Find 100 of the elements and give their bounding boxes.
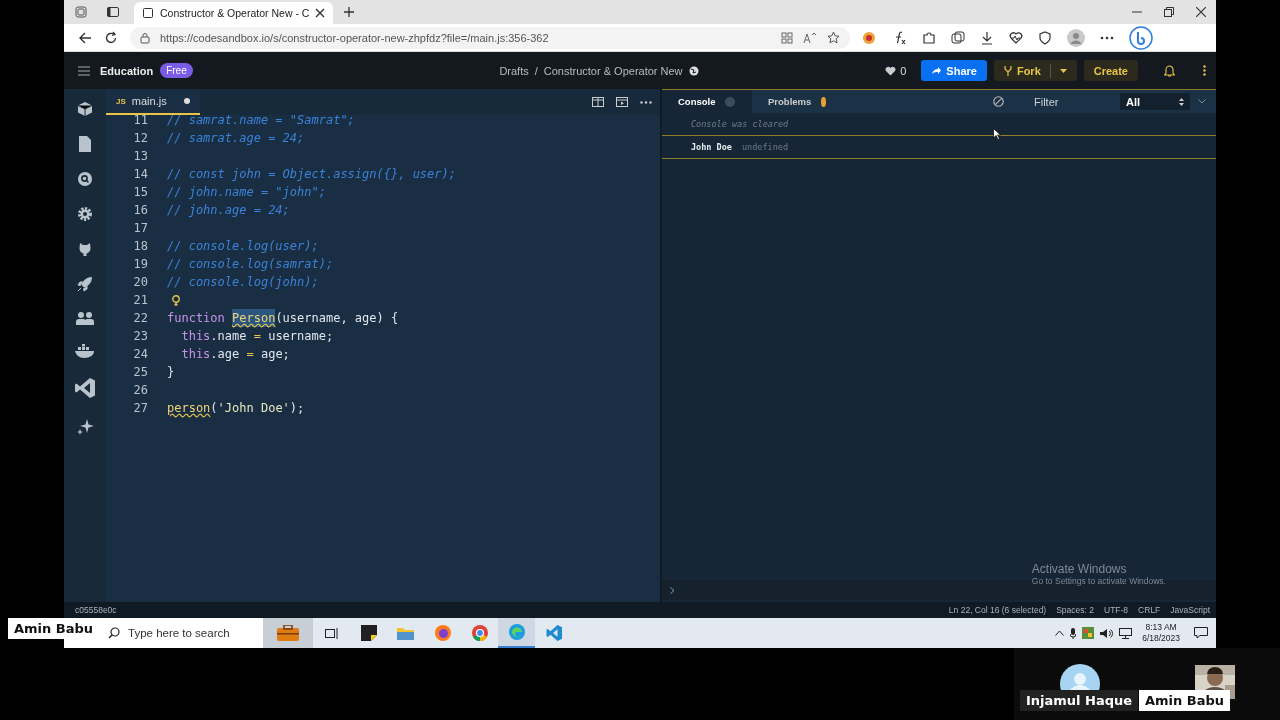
notifications-icon[interactable]	[1194, 627, 1208, 639]
browser-tab[interactable]: Constructor & Operator New - C	[134, 2, 334, 24]
share-arrow-icon	[931, 66, 942, 75]
tray-expand-icon[interactable]	[1055, 630, 1065, 636]
sparkle-icon[interactable]	[76, 418, 94, 436]
line-number: 22	[132, 310, 149, 327]
close-icon[interactable]	[315, 8, 326, 18]
fox-browser-icon[interactable]	[434, 625, 451, 641]
ring-browser-icon[interactable]	[471, 625, 488, 641]
status-item[interactable]: CRLF	[1138, 605, 1161, 615]
whale-icon[interactable]	[74, 344, 96, 358]
cat-icon[interactable]	[77, 241, 93, 257]
search-icon	[108, 627, 120, 639]
more-icon[interactable]	[1203, 65, 1206, 76]
line-number: 17	[132, 220, 149, 237]
sticky-note-icon[interactable]	[360, 625, 377, 641]
line-number: 24	[132, 346, 149, 363]
shield-icon[interactable]	[1038, 30, 1052, 45]
caret-icon	[1059, 68, 1067, 73]
network-icon[interactable]	[1119, 627, 1133, 639]
settings-icon[interactable]	[77, 206, 93, 222]
tray-app-icon[interactable]	[1082, 627, 1095, 639]
code-line: // console.log(john);	[167, 274, 319, 291]
puzzle-icon[interactable]	[922, 30, 936, 45]
new-tab-icon[interactable]	[343, 6, 356, 18]
chevron-down-icon[interactable]	[1198, 99, 1206, 104]
status-item[interactable]: JavaScript	[1170, 605, 1210, 615]
status-item[interactable]: Ln 22, Col 16 (6 selected)	[948, 605, 1047, 615]
chat-icon[interactable]	[1129, 25, 1153, 50]
tab-actions-icon[interactable]	[106, 5, 120, 19]
watermark-title: Activate Windows	[1031, 562, 1128, 576]
file-icon[interactable]	[79, 136, 91, 152]
code-line: this.age = age;	[180, 346, 290, 363]
close-icon[interactable]	[1196, 7, 1206, 17]
file-type-label: JS	[116, 96, 126, 106]
extension-icon[interactable]	[862, 30, 876, 45]
collections-icon[interactable]	[951, 30, 965, 45]
preview-icon[interactable]	[616, 97, 628, 107]
prompt-chevron-icon[interactable]	[670, 586, 675, 594]
breadcrumb-separator: /	[534, 64, 538, 77]
return-value: undefined	[741, 142, 788, 152]
notification-bell-icon[interactable]	[1164, 64, 1175, 77]
line-number: 21	[132, 292, 149, 309]
taskbar-button[interactable]	[263, 618, 313, 648]
address-bar[interactable]: https://codesandbox.io/s/constructor-operator-new-zhpfdz?file=/main.js:356-362	[130, 26, 850, 49]
code-line: }	[167, 364, 175, 381]
code-line: // console.log(user);	[167, 238, 319, 255]
line-number: 23	[132, 328, 149, 345]
task-view-icon[interactable]	[324, 626, 339, 640]
back-icon[interactable]	[78, 30, 92, 45]
more-icon[interactable]	[640, 100, 652, 104]
workspace-name[interactable]: Education	[100, 64, 154, 77]
split-editor-icon[interactable]	[592, 97, 604, 107]
cube-icon[interactable]	[77, 101, 93, 117]
line-number: 15	[132, 184, 149, 201]
workspaces-icon[interactable]	[74, 5, 88, 19]
like-button[interactable]: 0	[885, 64, 907, 77]
breadcrumb-link[interactable]: Drafts	[499, 64, 529, 77]
panel-tab[interactable]: Console	[662, 90, 752, 113]
sandbox-title[interactable]: Constructor & Operator New	[543, 64, 683, 77]
log-level-dropdown[interactable]: All	[1120, 93, 1190, 110]
refresh-icon[interactable]	[104, 30, 118, 45]
code-editor-icon[interactable]	[74, 377, 96, 399]
profile-icon[interactable]	[1067, 28, 1085, 47]
star-icon[interactable]	[827, 31, 840, 44]
search-icon[interactable]	[77, 171, 93, 187]
apps-icon[interactable]	[781, 31, 793, 44]
line-number: 25	[132, 364, 149, 381]
briefcase-icon[interactable]	[277, 625, 299, 641]
share-button[interactable]: Share	[921, 60, 987, 81]
heart-pulse-icon[interactable]	[1009, 30, 1023, 45]
more-icon[interactable]	[1100, 35, 1114, 40]
folder-icon[interactable]	[397, 626, 414, 640]
editor-tab[interactable]: JS main.js	[106, 89, 200, 115]
menu-icon[interactable]	[78, 65, 90, 76]
line-number: 27	[132, 400, 149, 417]
taskbar-button[interactable]	[498, 618, 535, 648]
panel-tab[interactable]: Problems	[752, 90, 842, 113]
users-icon[interactable]	[76, 311, 94, 325]
restore-icon[interactable]	[1164, 7, 1174, 17]
commit-hash: c05558e0c	[75, 605, 117, 615]
read-aloud-icon[interactable]	[803, 31, 817, 44]
download-icon[interactable]	[980, 30, 994, 45]
fork-button[interactable]: Fork	[993, 60, 1077, 81]
rocket-icon[interactable]	[77, 276, 93, 292]
globe-icon	[688, 65, 699, 76]
sort-caret-icon	[1179, 97, 1184, 106]
clear-console-icon[interactable]	[993, 96, 1004, 107]
microphone-icon[interactable]	[1070, 627, 1077, 639]
status-item[interactable]: UTF-8	[1104, 605, 1129, 615]
code-line: // samrat.age = 24;	[167, 130, 305, 147]
page-icon	[142, 7, 154, 19]
speaker-icon[interactable]	[1100, 627, 1114, 639]
taskbar-clock[interactable]: 8:13 AM 6/18/2023	[1142, 622, 1180, 644]
status-item[interactable]: Spaces: 2	[1056, 605, 1094, 615]
mouse-pointer-icon	[993, 128, 1001, 140]
filter-field[interactable]: Filter	[1034, 95, 1104, 108]
create-button[interactable]: Create	[1083, 60, 1138, 81]
lock-icon	[140, 31, 150, 44]
lightbulb-icon[interactable]	[172, 294, 180, 306]
